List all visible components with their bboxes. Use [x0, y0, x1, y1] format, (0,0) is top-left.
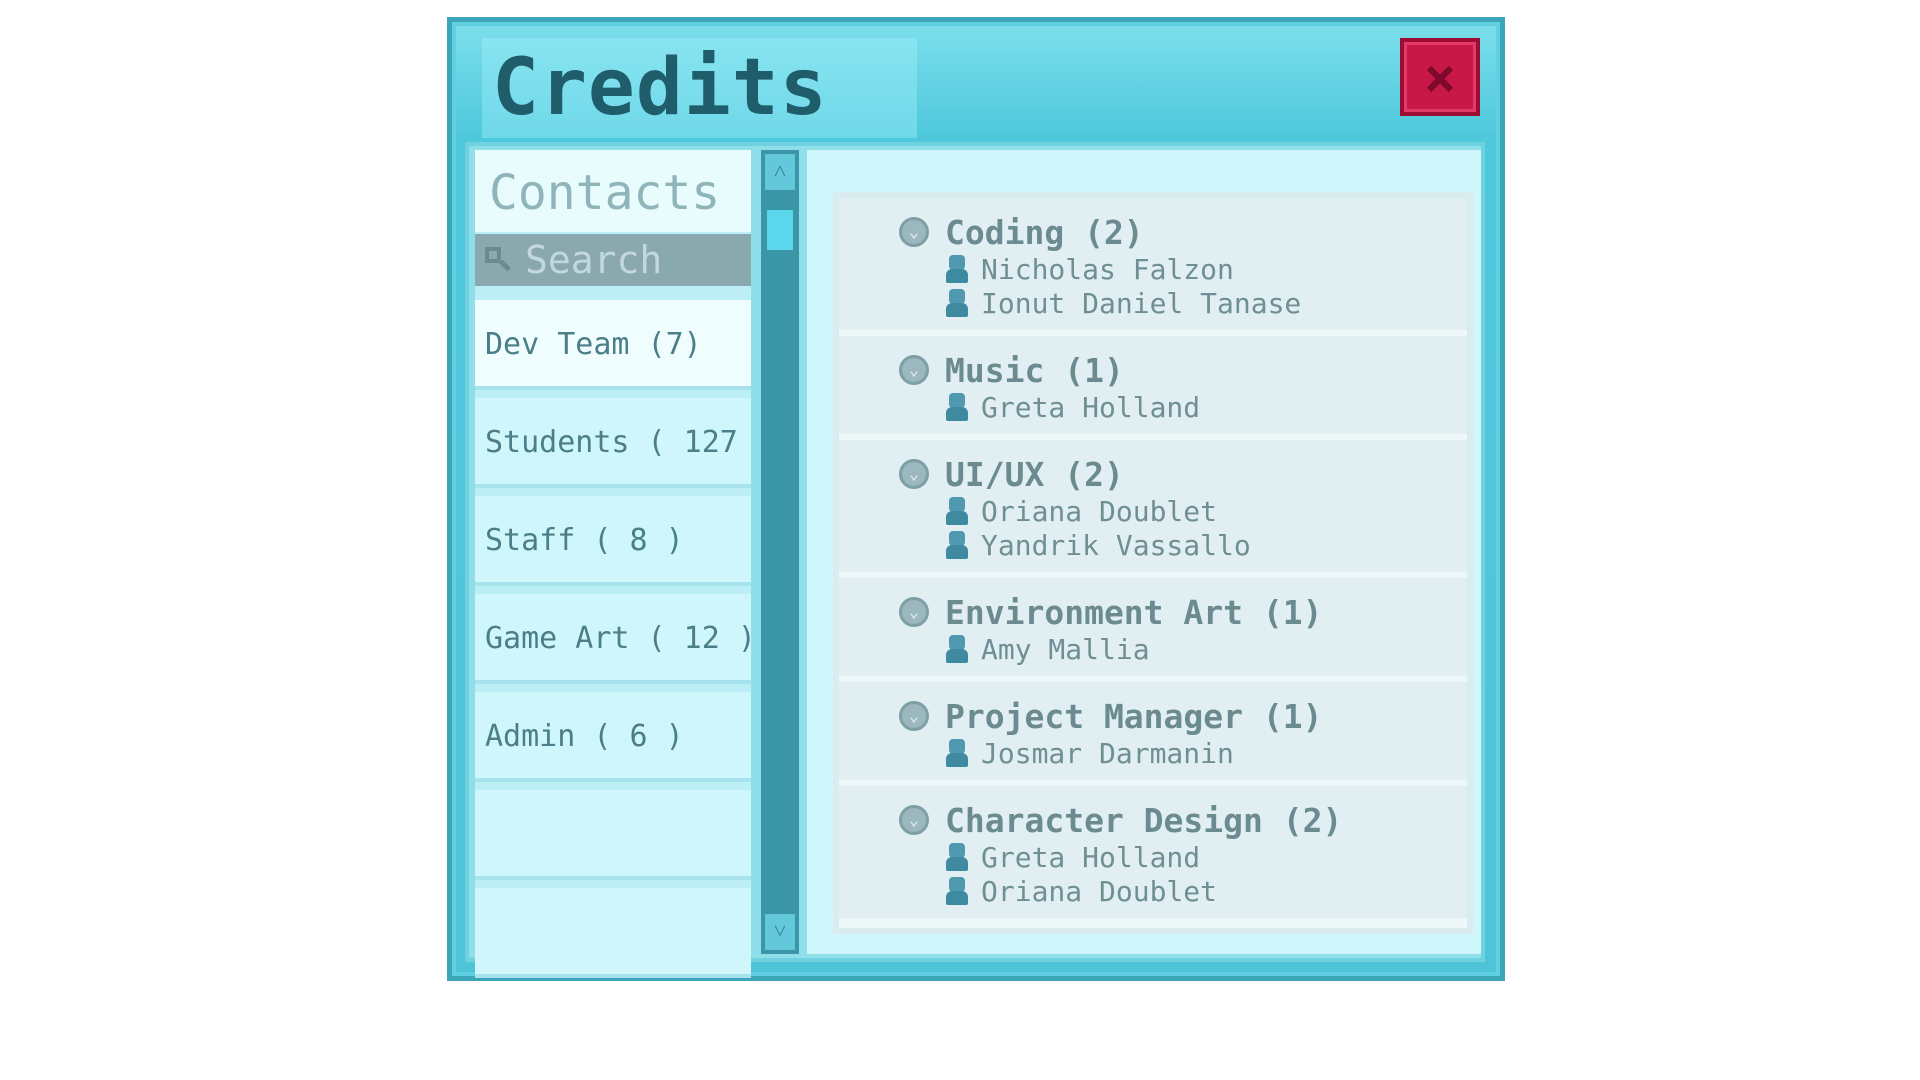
group-title: Environment Art (1): [945, 592, 1323, 632]
group-header[interactable]: ⌄ Environment Art (1): [899, 592, 1467, 632]
list-item-students[interactable]: Students ( 127 ): [475, 398, 751, 488]
person-icon: [945, 531, 969, 559]
group-title: Music (1): [945, 350, 1124, 390]
credit-group: ⌄ Project Manager (1) Josmar Darmanin: [839, 682, 1467, 786]
group-header[interactable]: ⌄ Character Design (2): [899, 800, 1467, 840]
chevron-down-icon[interactable]: ⌄: [899, 355, 929, 385]
member-name: Ionut Daniel Tanase: [981, 286, 1302, 320]
contacts-sidebar: Contacts Dev Team (7) Students ( 127 ) S…: [475, 150, 751, 978]
person-icon: [945, 635, 969, 663]
search-input[interactable]: [523, 237, 727, 283]
chevron-down-icon[interactable]: ⌄: [899, 805, 929, 835]
credits-window: Credits × Contacts Dev Team (7) Students…: [447, 17, 1505, 981]
group-header[interactable]: ⌄ Coding (2): [899, 212, 1467, 252]
credit-group: ⌄ Environment Art (1) Amy Mallia: [839, 578, 1467, 682]
list-item-admin[interactable]: Admin ( 6 ): [475, 692, 751, 782]
chevron-down-icon[interactable]: ⌄: [899, 701, 929, 731]
member-row: Greta Holland: [945, 840, 1467, 874]
group-title: UI/UX (2): [945, 454, 1124, 494]
group-header[interactable]: ⌄ Music (1): [899, 350, 1467, 390]
search-icon: [483, 245, 513, 275]
person-icon: [945, 497, 969, 525]
member-name: Josmar Darmanin: [981, 736, 1234, 770]
member-name: Oriana Doublet: [981, 874, 1218, 908]
member-row: Amy Mallia: [945, 632, 1467, 666]
list-item-empty[interactable]: [475, 888, 751, 978]
scroll-up-button[interactable]: ˄: [765, 154, 795, 190]
group-header[interactable]: ⌄ Project Manager (1): [899, 696, 1467, 736]
chevron-down-icon[interactable]: ⌄: [899, 459, 929, 489]
person-icon: [945, 255, 969, 283]
person-icon: [945, 393, 969, 421]
credit-group: ⌄ UI/UX (2) Oriana Doublet Yandrik Vassallo: [839, 440, 1467, 578]
credit-group: ⌄ Character Design (2) Greta Holland Oriana…: [839, 786, 1467, 924]
member-name: Greta Holland: [981, 390, 1201, 424]
list-item-staff[interactable]: Staff ( 8 ): [475, 496, 751, 586]
group-header[interactable]: ⌄ UI/UX (2): [899, 454, 1467, 494]
credit-group: ⌄ Music (1) Greta Holland: [839, 336, 1467, 440]
content-area: Contacts Dev Team (7) Students ( 127 ) S…: [465, 142, 1485, 978]
person-icon: [945, 877, 969, 905]
group-title: Project Manager (1): [945, 696, 1323, 736]
person-icon: [945, 289, 969, 317]
contacts-header: Contacts: [475, 150, 751, 232]
member-name: Greta Holland: [981, 840, 1201, 874]
list-item-empty[interactable]: [475, 790, 751, 880]
window-title: Credits: [492, 43, 828, 133]
person-icon: [945, 843, 969, 871]
contacts-list: Dev Team (7) Students ( 127 ) Staff ( 8 …: [475, 300, 751, 986]
member-name: Nicholas Falzon: [981, 252, 1234, 286]
sidebar-scrollbar[interactable]: ˄ ˅: [761, 150, 799, 954]
credits-main: ⌄ Coding (2) Nicholas Falzon Ionut Daniel T…: [807, 150, 1481, 954]
close-icon: ×: [1423, 45, 1457, 109]
search-bar[interactable]: [475, 234, 751, 286]
close-button[interactable]: ×: [1400, 38, 1480, 116]
list-item-dev-team[interactable]: Dev Team (7): [475, 300, 751, 390]
group-title: Character Design (2): [945, 800, 1343, 840]
list-item-game-art[interactable]: Game Art ( 12 ): [475, 594, 751, 684]
contacts-title: Contacts: [489, 165, 721, 221]
chevron-down-icon[interactable]: ⌄: [899, 217, 929, 247]
member-row: Ionut Daniel Tanase: [945, 286, 1467, 320]
member-name: Amy Mallia: [981, 632, 1150, 666]
member-name: Yandrik Vassallo: [981, 528, 1251, 562]
member-row: Yandrik Vassallo: [945, 528, 1467, 562]
scroll-thumb[interactable]: [767, 210, 793, 250]
credit-group: ⌄ Coding (2) Nicholas Falzon Ionut Daniel T…: [839, 198, 1467, 336]
member-name: Oriana Doublet: [981, 494, 1218, 528]
member-row: Nicholas Falzon: [945, 252, 1467, 286]
scroll-down-button[interactable]: ˅: [765, 914, 795, 950]
chevron-down-icon[interactable]: ⌄: [899, 597, 929, 627]
member-row: Greta Holland: [945, 390, 1467, 424]
member-row: Oriana Doublet: [945, 874, 1467, 908]
member-row: Oriana Doublet: [945, 494, 1467, 528]
member-row: Josmar Darmanin: [945, 736, 1467, 770]
group-title: Coding (2): [945, 212, 1144, 252]
credits-groups-panel: ⌄ Coding (2) Nicholas Falzon Ionut Daniel T…: [833, 192, 1473, 934]
person-icon: [945, 739, 969, 767]
